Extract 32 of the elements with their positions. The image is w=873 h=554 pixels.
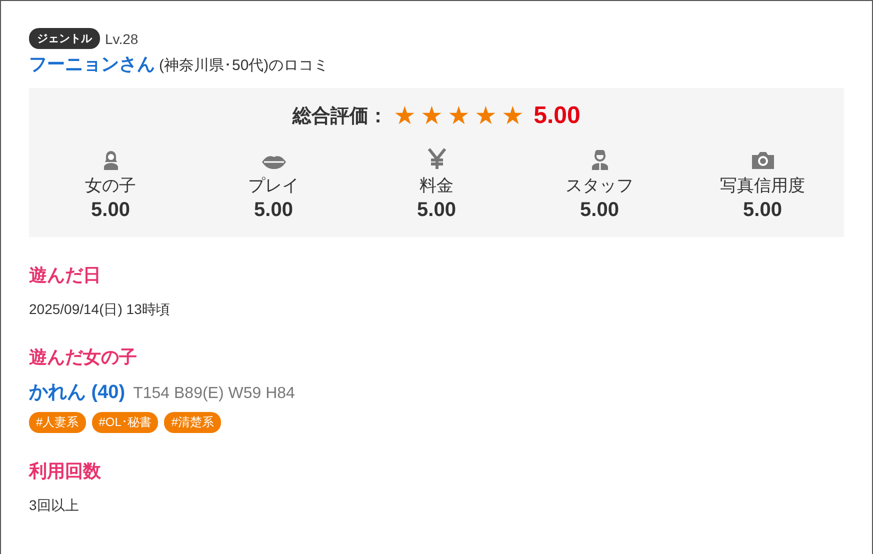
category-label: 料金 — [420, 175, 454, 197]
overall-score: 5.00 — [534, 102, 580, 130]
section-heading: 利用回数 — [29, 460, 102, 483]
yen-icon — [426, 148, 446, 170]
category-score: 5.00 — [91, 199, 130, 222]
section-text: 3回以上 — [29, 497, 80, 515]
tag[interactable]: #清楚系 — [164, 412, 222, 433]
category-score: 5.00 — [254, 199, 293, 222]
category-score: 5.00 — [417, 199, 456, 222]
section-heading: 遊んだ日 — [29, 264, 102, 287]
category-score: 5.00 — [580, 199, 619, 222]
category-label: プレイ — [248, 175, 299, 197]
section-heading: 遊んだ女の子 — [29, 346, 138, 369]
overall-label: 総合評価： — [292, 104, 388, 129]
reviewer-name-link[interactable]: フーニョンさん — [29, 54, 155, 74]
star-rating: ★ ★ ★ ★ ★ — [394, 104, 524, 128]
tag[interactable]: #OL･秘書 — [92, 412, 158, 433]
category-label: 女の子 — [85, 175, 136, 197]
tag[interactable]: #人妻系 — [29, 412, 86, 433]
reviewer-detail: (神奈川県･50代)のロコミ — [159, 57, 329, 74]
girl-measurements: T154 B89(E) W59 H84 — [133, 385, 295, 403]
lips-icon — [260, 154, 286, 170]
category-label: 写真信用度 — [720, 175, 805, 197]
man-icon — [590, 150, 608, 170]
level-label: Lv.28 — [105, 30, 138, 46]
rank-badge: ジェントル — [29, 28, 100, 49]
category-label: スタッフ — [566, 175, 634, 197]
section-text: 2025/09/14(日) 13時頃 — [29, 301, 171, 319]
camera-icon — [750, 150, 774, 170]
category-score: 5.00 — [743, 199, 782, 222]
girl-name-link[interactable]: かれん (40) — [29, 379, 126, 405]
woman-icon — [102, 150, 120, 170]
